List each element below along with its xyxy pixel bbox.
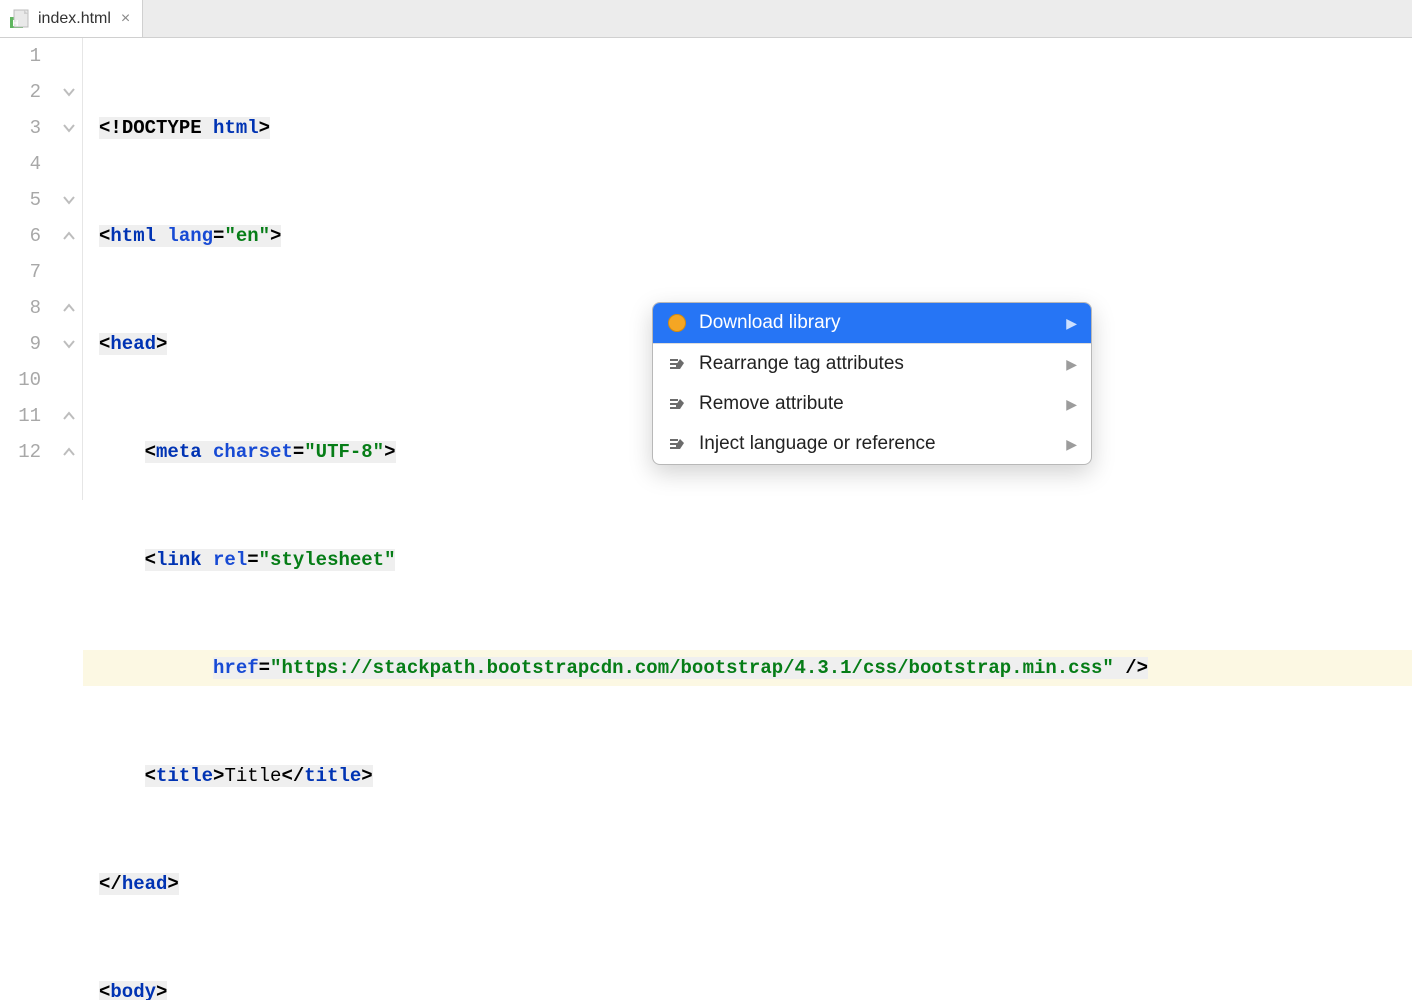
- fold-open-icon[interactable]: [55, 74, 82, 110]
- line-number: 6: [0, 218, 41, 254]
- html-file-icon: H: [10, 9, 30, 29]
- menu-item-download-library[interactable]: Download library ▶: [653, 303, 1091, 343]
- file-tab[interactable]: H index.html ×: [0, 0, 143, 37]
- edit-icon: [667, 354, 687, 374]
- line-number: 3: [0, 110, 41, 146]
- fold-open-icon[interactable]: [55, 182, 82, 218]
- submenu-arrow-icon: ▶: [1066, 436, 1077, 453]
- submenu-arrow-icon: ▶: [1066, 315, 1077, 332]
- editor: 1 2 3 4 5 6 7 8 9 10 11 12 <!DOCTYPE htm…: [0, 38, 1412, 500]
- close-tab-icon[interactable]: ×: [119, 10, 132, 28]
- line-number: 5: [0, 182, 41, 218]
- fold-open-icon[interactable]: [55, 110, 82, 146]
- intention-actions-menu: Download library ▶ Rearrange tag attribu…: [652, 302, 1092, 465]
- line-number: 8: [0, 290, 41, 326]
- code-line: <title>Title</title>: [83, 758, 1412, 794]
- line-number-gutter: 1 2 3 4 5 6 7 8 9 10 11 12: [0, 38, 55, 500]
- line-number: 11: [0, 398, 41, 434]
- code-line: <link rel="stylesheet": [83, 542, 1412, 578]
- line-number: 1: [0, 38, 41, 74]
- line-number: 4: [0, 146, 41, 182]
- line-number: 2: [0, 74, 41, 110]
- line-number: 7: [0, 254, 41, 290]
- code-line: <!DOCTYPE html>: [83, 110, 1412, 146]
- line-number: 10: [0, 362, 41, 398]
- svg-text:H: H: [13, 19, 19, 28]
- code-line: <html lang="en">: [83, 218, 1412, 254]
- fold-close-icon[interactable]: [55, 218, 82, 254]
- code-line: </head>: [83, 866, 1412, 902]
- fold-close-icon[interactable]: [55, 398, 82, 434]
- edit-icon: [667, 434, 687, 454]
- line-number: 12: [0, 434, 41, 470]
- menu-item-inject-language[interactable]: Inject language or reference ▶: [653, 424, 1091, 464]
- tab-bar: H index.html ×: [0, 0, 1412, 38]
- fold-close-icon[interactable]: [55, 434, 82, 470]
- tab-filename: index.html: [38, 10, 111, 28]
- submenu-arrow-icon: ▶: [1066, 356, 1077, 373]
- submenu-arrow-icon: ▶: [1066, 396, 1077, 413]
- code-line-highlighted: href="https://stackpath.bootstrapcdn.com…: [83, 650, 1412, 686]
- fold-column: [55, 38, 83, 500]
- fold-close-icon[interactable]: [55, 290, 82, 326]
- code-line: <body>: [83, 974, 1412, 1000]
- bulb-icon: [667, 313, 687, 333]
- menu-item-rearrange-attributes[interactable]: Rearrange tag attributes ▶: [653, 344, 1091, 384]
- edit-icon: [667, 394, 687, 414]
- line-number: 9: [0, 326, 41, 362]
- fold-open-icon[interactable]: [55, 326, 82, 362]
- menu-item-remove-attribute[interactable]: Remove attribute ▶: [653, 384, 1091, 424]
